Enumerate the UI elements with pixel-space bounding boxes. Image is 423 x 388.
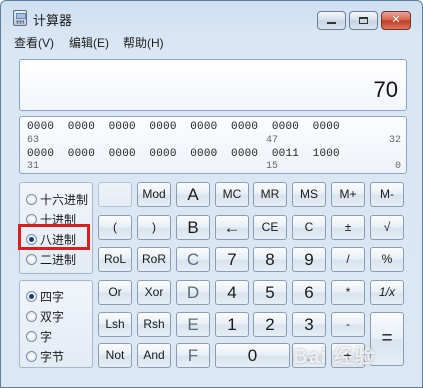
- mod-button[interactable]: Mod: [137, 182, 171, 207]
- hex-d-button[interactable]: D: [176, 280, 210, 305]
- menu-help[interactable]: 帮助(H): [123, 34, 164, 51]
- minimize-icon: [327, 21, 336, 24]
- rsh-button[interactable]: Rsh: [137, 312, 171, 337]
- right-paren-button[interactable]: ): [137, 215, 171, 240]
- not-button[interactable]: Not: [98, 343, 132, 368]
- word-dword-label: 双字: [40, 310, 65, 324]
- menu-edit[interactable]: 编辑(E): [69, 34, 109, 51]
- ms-button[interactable]: MS: [292, 182, 326, 207]
- radio-selected-icon: [26, 291, 37, 302]
- calculator-app-icon: [13, 10, 27, 26]
- subtract-button[interactable]: -: [331, 312, 365, 337]
- xor-button[interactable]: Xor: [137, 280, 171, 305]
- radix-hex-option[interactable]: 十六进制: [26, 191, 88, 208]
- digit-8-button[interactable]: 8: [253, 247, 287, 272]
- ror-button[interactable]: RoR: [137, 247, 171, 272]
- multiply-button[interactable]: *: [331, 280, 365, 305]
- digit-7-button[interactable]: 7: [215, 247, 249, 272]
- plus-minus-button[interactable]: ±: [331, 215, 365, 240]
- window-title: 计算器: [33, 13, 73, 28]
- backspace-button[interactable]: ←: [215, 215, 249, 240]
- mc-button[interactable]: MC: [215, 182, 249, 207]
- or-button[interactable]: Or: [98, 280, 132, 305]
- hex-a-button[interactable]: A: [176, 182, 210, 207]
- watermark: Bai 经验: [293, 346, 376, 368]
- rol-button[interactable]: RoL: [98, 247, 132, 272]
- sqrt-button[interactable]: √: [370, 215, 404, 240]
- word-byte-option[interactable]: 字节: [26, 348, 64, 365]
- radio-icon: [26, 331, 37, 342]
- radix-bin-option[interactable]: 二进制: [26, 251, 76, 268]
- menu-bar: 查看(V) 编辑(E) 帮助(H): [1, 33, 422, 50]
- m-plus-button[interactable]: M+: [331, 182, 365, 207]
- annotation-highlight-box: [18, 224, 90, 250]
- calculator-window: 计算器 ✕ 查看(V) 编辑(E) 帮助(H) 70 0000 0000 000…: [0, 0, 423, 388]
- digit-3-button[interactable]: 3: [292, 312, 326, 337]
- and-button[interactable]: And: [137, 343, 171, 368]
- bit-index-47: 47: [266, 135, 279, 146]
- word-qword-option[interactable]: 四字: [26, 288, 64, 305]
- bit-index-32: 32: [389, 135, 402, 146]
- hex-b-button[interactable]: B: [176, 215, 210, 240]
- word-word-option[interactable]: 字: [26, 328, 52, 345]
- radix-hex-label: 十六进制: [40, 193, 89, 207]
- hex-c-button[interactable]: C: [176, 247, 210, 272]
- radix-bin-label: 二进制: [40, 253, 77, 267]
- blank-button: [98, 182, 132, 207]
- digit-5-button[interactable]: 5: [253, 280, 287, 305]
- title-bar[interactable]: 计算器 ✕: [1, 1, 422, 33]
- binary-bit-display: 0000 0000 0000 0000 0000 0000 0000 0000 …: [19, 116, 407, 174]
- digit-0-button[interactable]: 0: [215, 343, 290, 368]
- lsh-button[interactable]: Lsh: [98, 312, 132, 337]
- maximize-button[interactable]: [349, 11, 378, 30]
- word-dword-option[interactable]: 双字: [26, 308, 64, 325]
- bit-row-low: 0000 0000 0000 0000 0000 0000 0011 1000: [27, 148, 340, 160]
- left-paren-button[interactable]: (: [98, 215, 132, 240]
- digit-1-button[interactable]: 1: [215, 312, 249, 337]
- digit-2-button[interactable]: 2: [253, 312, 287, 337]
- menu-view[interactable]: 查看(V): [14, 34, 54, 51]
- radio-icon: [26, 351, 37, 362]
- maximize-icon: [359, 16, 368, 24]
- result-display: 70: [19, 59, 407, 111]
- m-minus-button[interactable]: M-: [370, 182, 404, 207]
- display-value: 70: [373, 77, 398, 102]
- hex-e-button[interactable]: E: [176, 312, 210, 337]
- reciprocal-button[interactable]: 1/x: [370, 280, 404, 305]
- clear-button[interactable]: C: [292, 215, 326, 240]
- word-byte-label: 字节: [40, 350, 65, 364]
- bit-row-high: 0000 0000 0000 0000 0000 0000 0000 0000: [27, 121, 340, 133]
- digit-9-button[interactable]: 9: [292, 247, 326, 272]
- minimize-button[interactable]: [317, 11, 346, 30]
- radio-icon: [26, 311, 37, 322]
- bit-index-31: 31: [27, 161, 40, 172]
- bit-index-63: 63: [27, 135, 40, 146]
- mr-button[interactable]: MR: [253, 182, 287, 207]
- close-icon: ✕: [391, 14, 401, 26]
- close-button[interactable]: ✕: [381, 11, 411, 30]
- bit-index-15: 15: [266, 161, 279, 172]
- bit-index-0: 0: [395, 161, 402, 172]
- radio-icon: [26, 254, 37, 265]
- divide-button[interactable]: /: [331, 247, 365, 272]
- word-size-group: 四字 双字 字 字节: [19, 280, 93, 368]
- ce-button[interactable]: CE: [253, 215, 287, 240]
- hex-f-button[interactable]: F: [176, 343, 210, 368]
- digit-6-button[interactable]: 6: [292, 280, 326, 305]
- radio-icon: [26, 194, 37, 205]
- digit-4-button[interactable]: 4: [215, 280, 249, 305]
- word-qword-label: 四字: [40, 290, 65, 304]
- percent-button[interactable]: %: [370, 247, 404, 272]
- word-word-label: 字: [40, 330, 53, 344]
